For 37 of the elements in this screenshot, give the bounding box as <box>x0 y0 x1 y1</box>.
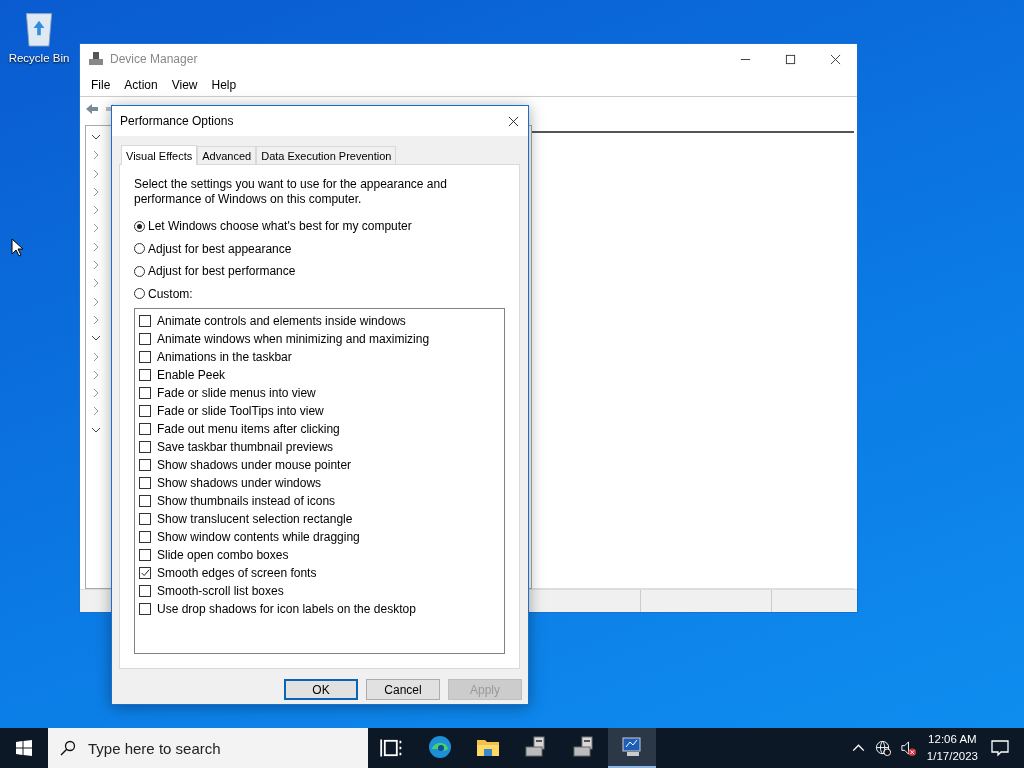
tab[interactable]: Advanced <box>197 146 257 164</box>
checkbox-label[interactable]: Fade out menu items after clicking <box>157 421 340 436</box>
checkbox-label[interactable]: Save taskbar thumbnail previews <box>157 439 334 454</box>
menu-item[interactable]: Help <box>204 78 244 92</box>
recycle-bin-label[interactable]: Recycle Bin <box>8 52 70 64</box>
checkbox-label[interactable]: Show shadows under mouse pointer <box>157 457 352 472</box>
menu-item[interactable]: Action <box>117 78 165 92</box>
radio-label[interactable]: Custom: <box>148 286 193 301</box>
window-title: Device Manager <box>110 52 198 66</box>
tab[interactable]: Visual Effects <box>121 145 198 165</box>
checkbox-label[interactable]: Smooth-scroll list boxes <box>157 583 284 598</box>
clock-time[interactable]: 12:06 AM <box>928 731 977 748</box>
dialog-button[interactable]: Cancel <box>366 679 440 700</box>
checkbox-label[interactable]: Animate controls and elements inside windows <box>157 313 406 328</box>
checkbox-label[interactable]: Enable Peek <box>157 367 226 382</box>
radio-label[interactable]: Let Windows choose what's best for my computer <box>148 219 412 233</box>
dialog-title: Performance Options <box>120 114 234 128</box>
checkbox-label[interactable]: Fade or slide menus into view <box>157 385 316 400</box>
search-field[interactable]: Type here to search <box>48 728 368 768</box>
dialog-button[interactable]: OK <box>284 679 358 700</box>
checkbox-label[interactable]: Use drop shadows for icon labels on the desktop <box>157 601 416 616</box>
checkbox-label[interactable]: Animations in the taskbar <box>157 349 292 364</box>
checkbox-label[interactable]: Show window contents while dragging <box>157 529 360 544</box>
tab[interactable]: Data Execution Prevention <box>256 146 397 164</box>
clock-date[interactable]: 1/17/2023 <box>926 748 978 765</box>
radio-label[interactable]: Adjust for best appearance <box>148 241 292 256</box>
checkbox-label[interactable]: Show thumbnails instead of icons <box>157 493 336 508</box>
menu-item[interactable]: View <box>164 78 205 92</box>
checkbox-label[interactable]: Animate windows when minimizing and maximizing <box>157 331 430 346</box>
checkbox-label[interactable]: Show shadows under windows <box>157 475 322 490</box>
menu-item[interactable]: File <box>84 78 118 92</box>
checkbox-label[interactable]: Slide open combo boxes <box>157 547 289 562</box>
checkbox-label[interactable]: Smooth edges of screen fonts <box>157 565 317 580</box>
checkbox-label[interactable]: Show translucent selection rectangle <box>157 511 353 526</box>
description-text: Select the settings you want to use for the appearance and performance of Windows on this computer. <box>134 177 448 207</box>
checkbox-label[interactable]: Fade or slide ToolTips into view <box>157 403 324 418</box>
radio-label[interactable]: Adjust for best performance <box>148 264 296 278</box>
